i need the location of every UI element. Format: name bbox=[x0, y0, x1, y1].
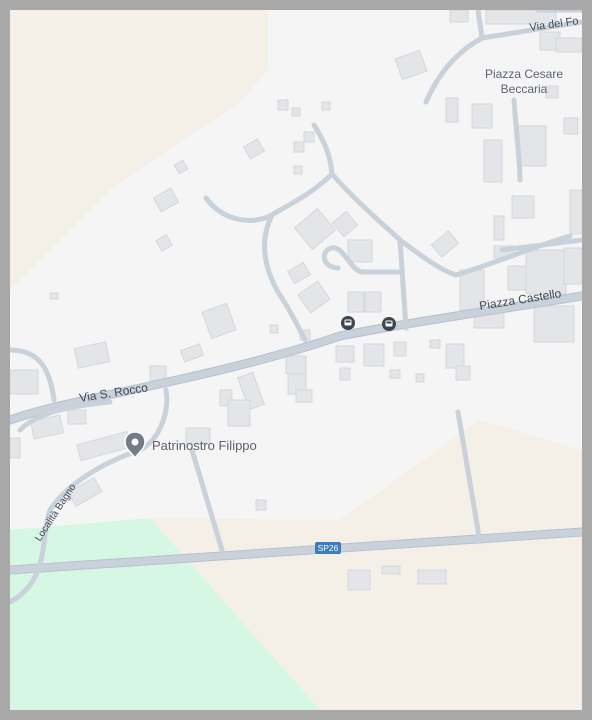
map-canvas[interactable]: Via S. Rocco Piazza Castello Via del Fo … bbox=[10, 10, 582, 710]
bus-stop-icon[interactable] bbox=[341, 316, 355, 330]
bus-stop-icon[interactable] bbox=[382, 317, 396, 331]
map-viewport[interactable]: Via S. Rocco Piazza Castello Via del Fo … bbox=[10, 10, 582, 710]
beige-land-northwest bbox=[10, 10, 268, 290]
place-label-line1: Piazza Cesare bbox=[485, 67, 563, 81]
route-shield-sp26: SP26 bbox=[315, 542, 341, 554]
route-shield-label: SP26 bbox=[318, 543, 339, 553]
road-label-via-s-rocco: Via S. Rocco bbox=[78, 380, 149, 405]
place-label-line2: Beccaria bbox=[501, 82, 548, 96]
poi-label[interactable]: Patrinostro Filippo bbox=[152, 438, 257, 453]
